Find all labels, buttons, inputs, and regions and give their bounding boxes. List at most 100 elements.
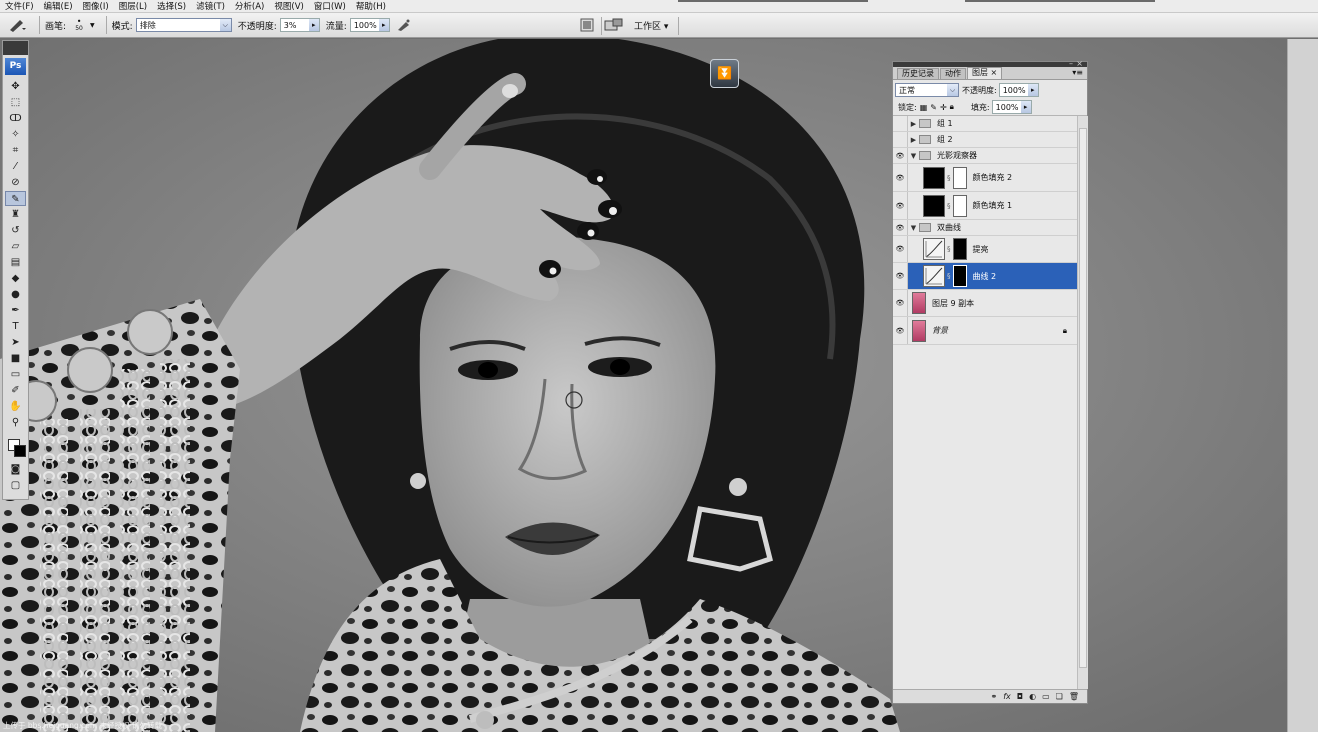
eyedropper-tool-icon[interactable]: ⁄: [5, 159, 26, 174]
menu-view[interactable]: 视图(V): [269, 0, 308, 12]
background-color-swatch[interactable]: [13, 445, 26, 457]
healing-tool-icon[interactable]: ⊘: [5, 175, 26, 190]
document-canvas[interactable]: [0, 39, 1287, 732]
mask-thumbnail[interactable]: [952, 166, 967, 189]
trash-icon[interactable]: 🗑︎: [1069, 692, 1079, 701]
menu-window[interactable]: 窗口(W): [309, 0, 351, 12]
layer-row-color-fill-2[interactable]: 👁︎ § 颜色填充 2: [893, 164, 1077, 192]
marquee-tool-icon[interactable]: ⬚: [5, 95, 26, 110]
layer-row-group1[interactable]: ▶ 组 1: [893, 116, 1077, 132]
flow-input[interactable]: 100% ▸: [349, 18, 390, 32]
lasso-tool-icon[interactable]: ↀ: [5, 111, 26, 126]
tab-actions[interactable]: 动作: [940, 68, 966, 79]
slider-arrow-icon[interactable]: ▸: [1020, 101, 1031, 113]
layer-row-light-observer[interactable]: 👁︎ ▼ 光影观察器: [893, 148, 1077, 164]
mask-thumbnail[interactable]: [952, 265, 967, 287]
bridge-button[interactable]: [604, 18, 624, 35]
eyedropper2-tool-icon[interactable]: ✐: [5, 383, 26, 398]
notes-tool-icon[interactable]: ▭: [5, 367, 26, 382]
collapse-triangle-icon[interactable]: ▼: [908, 152, 919, 160]
path-selection-tool-icon[interactable]: ➤: [5, 335, 26, 350]
stamp-tool-icon[interactable]: ♜: [5, 207, 26, 222]
layers-scrollbar[interactable]: [1077, 116, 1088, 689]
layer-row-brighten[interactable]: 👁︎ § 提亮: [893, 236, 1077, 263]
panel-menu-icon[interactable]: ▾≡: [1072, 68, 1083, 77]
layer-row-layer9-copy[interactable]: 👁︎ 图层 9 副本: [893, 290, 1077, 317]
type-tool-icon[interactable]: T: [5, 319, 26, 334]
gradient-tool-icon[interactable]: ▤: [5, 255, 26, 270]
slider-arrow-icon[interactable]: ▸: [378, 19, 389, 31]
layer-row-double-curves[interactable]: 👁︎ ▼ 双曲线: [893, 220, 1077, 236]
crop-tool-icon[interactable]: ⌗: [5, 143, 26, 158]
visibility-toggle[interactable]: [893, 116, 908, 131]
eye-icon[interactable]: 👁︎: [893, 236, 908, 262]
visibility-toggle[interactable]: [893, 132, 908, 147]
opacity-input[interactable]: 3% ▸: [279, 18, 320, 32]
mask-thumbnail[interactable]: [952, 194, 967, 217]
menu-file[interactable]: 文件(F): [0, 0, 39, 12]
menu-edit[interactable]: 编辑(E): [39, 0, 78, 12]
magic-wand-tool-icon[interactable]: ✧: [5, 127, 26, 142]
history-brush-tool-icon[interactable]: ↺: [5, 223, 26, 238]
layer-row-group2[interactable]: ▶ 组 2: [893, 132, 1077, 148]
lock-position-icon[interactable]: ✛: [940, 103, 947, 112]
menu-filter[interactable]: 滤镜(T): [191, 0, 230, 12]
zoom-tool-icon[interactable]: ⚲: [5, 415, 26, 430]
tab-layers[interactable]: 图层 ×: [967, 67, 1003, 79]
brush-dropdown-arrow-icon[interactable]: ▼: [90, 22, 95, 29]
move-tool-icon[interactable]: ✥: [5, 79, 26, 94]
mask-thumbnail[interactable]: [952, 238, 967, 260]
tools-panel-header[interactable]: [3, 41, 28, 55]
layer-style-icon[interactable]: fx: [1003, 692, 1011, 701]
blend-mode-select[interactable]: 正常 ⌵: [895, 83, 959, 97]
layer-opacity-input[interactable]: 100% ▸: [998, 83, 1039, 97]
link-icon[interactable]: §: [947, 202, 951, 210]
eye-icon[interactable]: 👁︎: [893, 290, 908, 316]
adjustment-layer-icon[interactable]: ◐: [1029, 692, 1036, 701]
lock-pixels-icon[interactable]: ✎: [930, 103, 937, 112]
menu-image[interactable]: 图像(I): [78, 0, 114, 12]
fill-input[interactable]: 100% ▸: [991, 100, 1032, 114]
eye-icon[interactable]: 👁︎: [893, 164, 908, 191]
collapse-triangle-icon[interactable]: ▼: [908, 224, 919, 232]
link-icon[interactable]: §: [947, 272, 951, 280]
menu-analysis[interactable]: 分析(A): [230, 0, 269, 12]
hand-tool-icon[interactable]: ✋: [5, 399, 26, 414]
eye-icon[interactable]: 👁︎: [893, 317, 908, 344]
quick-mask-icon[interactable]: ◙: [5, 462, 26, 477]
layer-row-background[interactable]: 👁︎ 背景 🔒︎: [893, 317, 1077, 345]
color-swatches[interactable]: [5, 433, 27, 459]
new-group-icon[interactable]: ▭: [1042, 692, 1050, 701]
brush-tool-icon[interactable]: ✎: [5, 191, 26, 206]
eraser-tool-icon[interactable]: ▱: [5, 239, 26, 254]
link-layers-icon[interactable]: ⚭: [991, 692, 998, 701]
eye-icon[interactable]: 👁︎: [893, 192, 908, 219]
eye-icon[interactable]: 👁︎: [893, 220, 908, 235]
expand-triangle-icon[interactable]: ▶: [908, 120, 919, 128]
ps-logo[interactable]: Ps: [5, 58, 26, 75]
eye-icon[interactable]: 👁︎: [893, 263, 908, 289]
airbrush-button[interactable]: [396, 18, 412, 32]
panel-collapse-button[interactable]: ⏬: [710, 59, 739, 88]
scrollbar-thumb[interactable]: [1079, 128, 1087, 668]
menu-select[interactable]: 选择(S): [152, 0, 191, 12]
lock-all-icon[interactable]: 🔒︎: [950, 102, 954, 112]
brushes-panel-button[interactable]: [580, 18, 594, 35]
slider-arrow-icon[interactable]: ▸: [1027, 84, 1038, 96]
dodge-tool-icon[interactable]: ●: [5, 287, 26, 302]
screen-mode-icon[interactable]: ▢: [5, 478, 26, 493]
layer-row-color-fill-1[interactable]: 👁︎ § 颜色填充 1: [893, 192, 1077, 220]
pen-tool-icon[interactable]: ✒: [5, 303, 26, 318]
layer-row-curves-2[interactable]: 👁︎ § 曲线 2: [893, 263, 1077, 290]
menu-layer[interactable]: 图层(L): [114, 0, 152, 12]
eye-icon[interactable]: 👁︎: [893, 148, 908, 163]
shape-tool-icon[interactable]: ■: [5, 351, 26, 366]
brush-picker[interactable]: • 50: [70, 17, 88, 32]
new-layer-icon[interactable]: ❏: [1056, 692, 1063, 701]
expand-triangle-icon[interactable]: ▶: [908, 136, 919, 144]
add-mask-icon[interactable]: ◘: [1017, 692, 1023, 701]
lock-transparency-icon[interactable]: ▦: [920, 103, 928, 112]
link-icon[interactable]: §: [947, 245, 951, 253]
workspace-menu[interactable]: 工作区 ▾: [634, 19, 668, 32]
slider-arrow-icon[interactable]: ▸: [308, 19, 319, 31]
